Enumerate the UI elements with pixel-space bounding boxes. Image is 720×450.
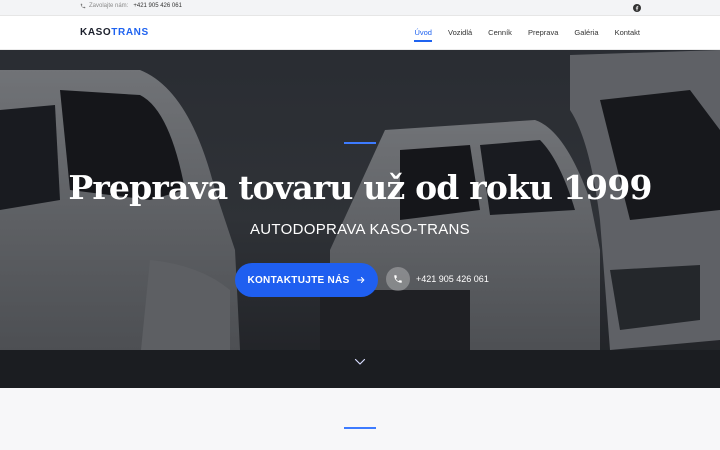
hero-title: Preprava tovaru už od roku 1999: [68, 168, 652, 207]
contact-us-button[interactable]: KONTAKTUJTE NÁS: [235, 263, 378, 297]
arrow-right-icon: [356, 277, 364, 283]
logo-part-2: TRANS: [111, 27, 149, 38]
top-bar: Zavolajte nám: +421 905 426 061: [0, 0, 720, 16]
nav-item-uvod[interactable]: Úvod: [414, 28, 432, 42]
nav-item-vozidla[interactable]: Vozidlá: [448, 28, 472, 37]
call-info: Zavolajte nám: +421 905 426 061: [80, 3, 182, 9]
site-logo[interactable]: KASOTRANS: [80, 27, 149, 38]
next-section: [0, 388, 720, 450]
phone-icon-circle: [386, 267, 410, 291]
nav-item-kontakt[interactable]: Kontakt: [615, 28, 640, 37]
hero-phone-link[interactable]: +421 905 426 061: [386, 267, 489, 291]
phone-icon: [80, 3, 86, 9]
chevron-down-icon[interactable]: [354, 358, 366, 366]
topbar-phone-link[interactable]: +421 905 426 061: [133, 3, 182, 9]
hero-accent-divider: [344, 142, 376, 144]
call-label: Zavolajte nám:: [89, 3, 129, 9]
facebook-icon[interactable]: [633, 4, 641, 12]
nav-item-cennik[interactable]: Cenník: [488, 28, 512, 37]
hero-section: Preprava tovaru už od roku 1999 AUTODOPR…: [0, 50, 720, 388]
hero-subtitle: AUTODOPRAVA KASO-TRANS: [250, 221, 470, 238]
hero-overlay: [0, 50, 720, 388]
main-navigation: KASOTRANS Úvod Vozidlá Cenník Preprava G…: [0, 16, 720, 50]
section-accent-divider: [344, 427, 376, 429]
logo-part-1: KASO: [80, 27, 112, 38]
nav-item-galeria[interactable]: Galéria: [574, 28, 598, 37]
hero-phone-number: +421 905 426 061: [416, 274, 489, 284]
nav-menu: Úvod Vozidlá Cenník Preprava Galéria Kon…: [414, 28, 640, 42]
nav-item-preprava[interactable]: Preprava: [528, 28, 558, 37]
contact-us-button-label: KONTAKTUJTE NÁS: [247, 274, 350, 286]
phone-icon: [394, 275, 402, 283]
